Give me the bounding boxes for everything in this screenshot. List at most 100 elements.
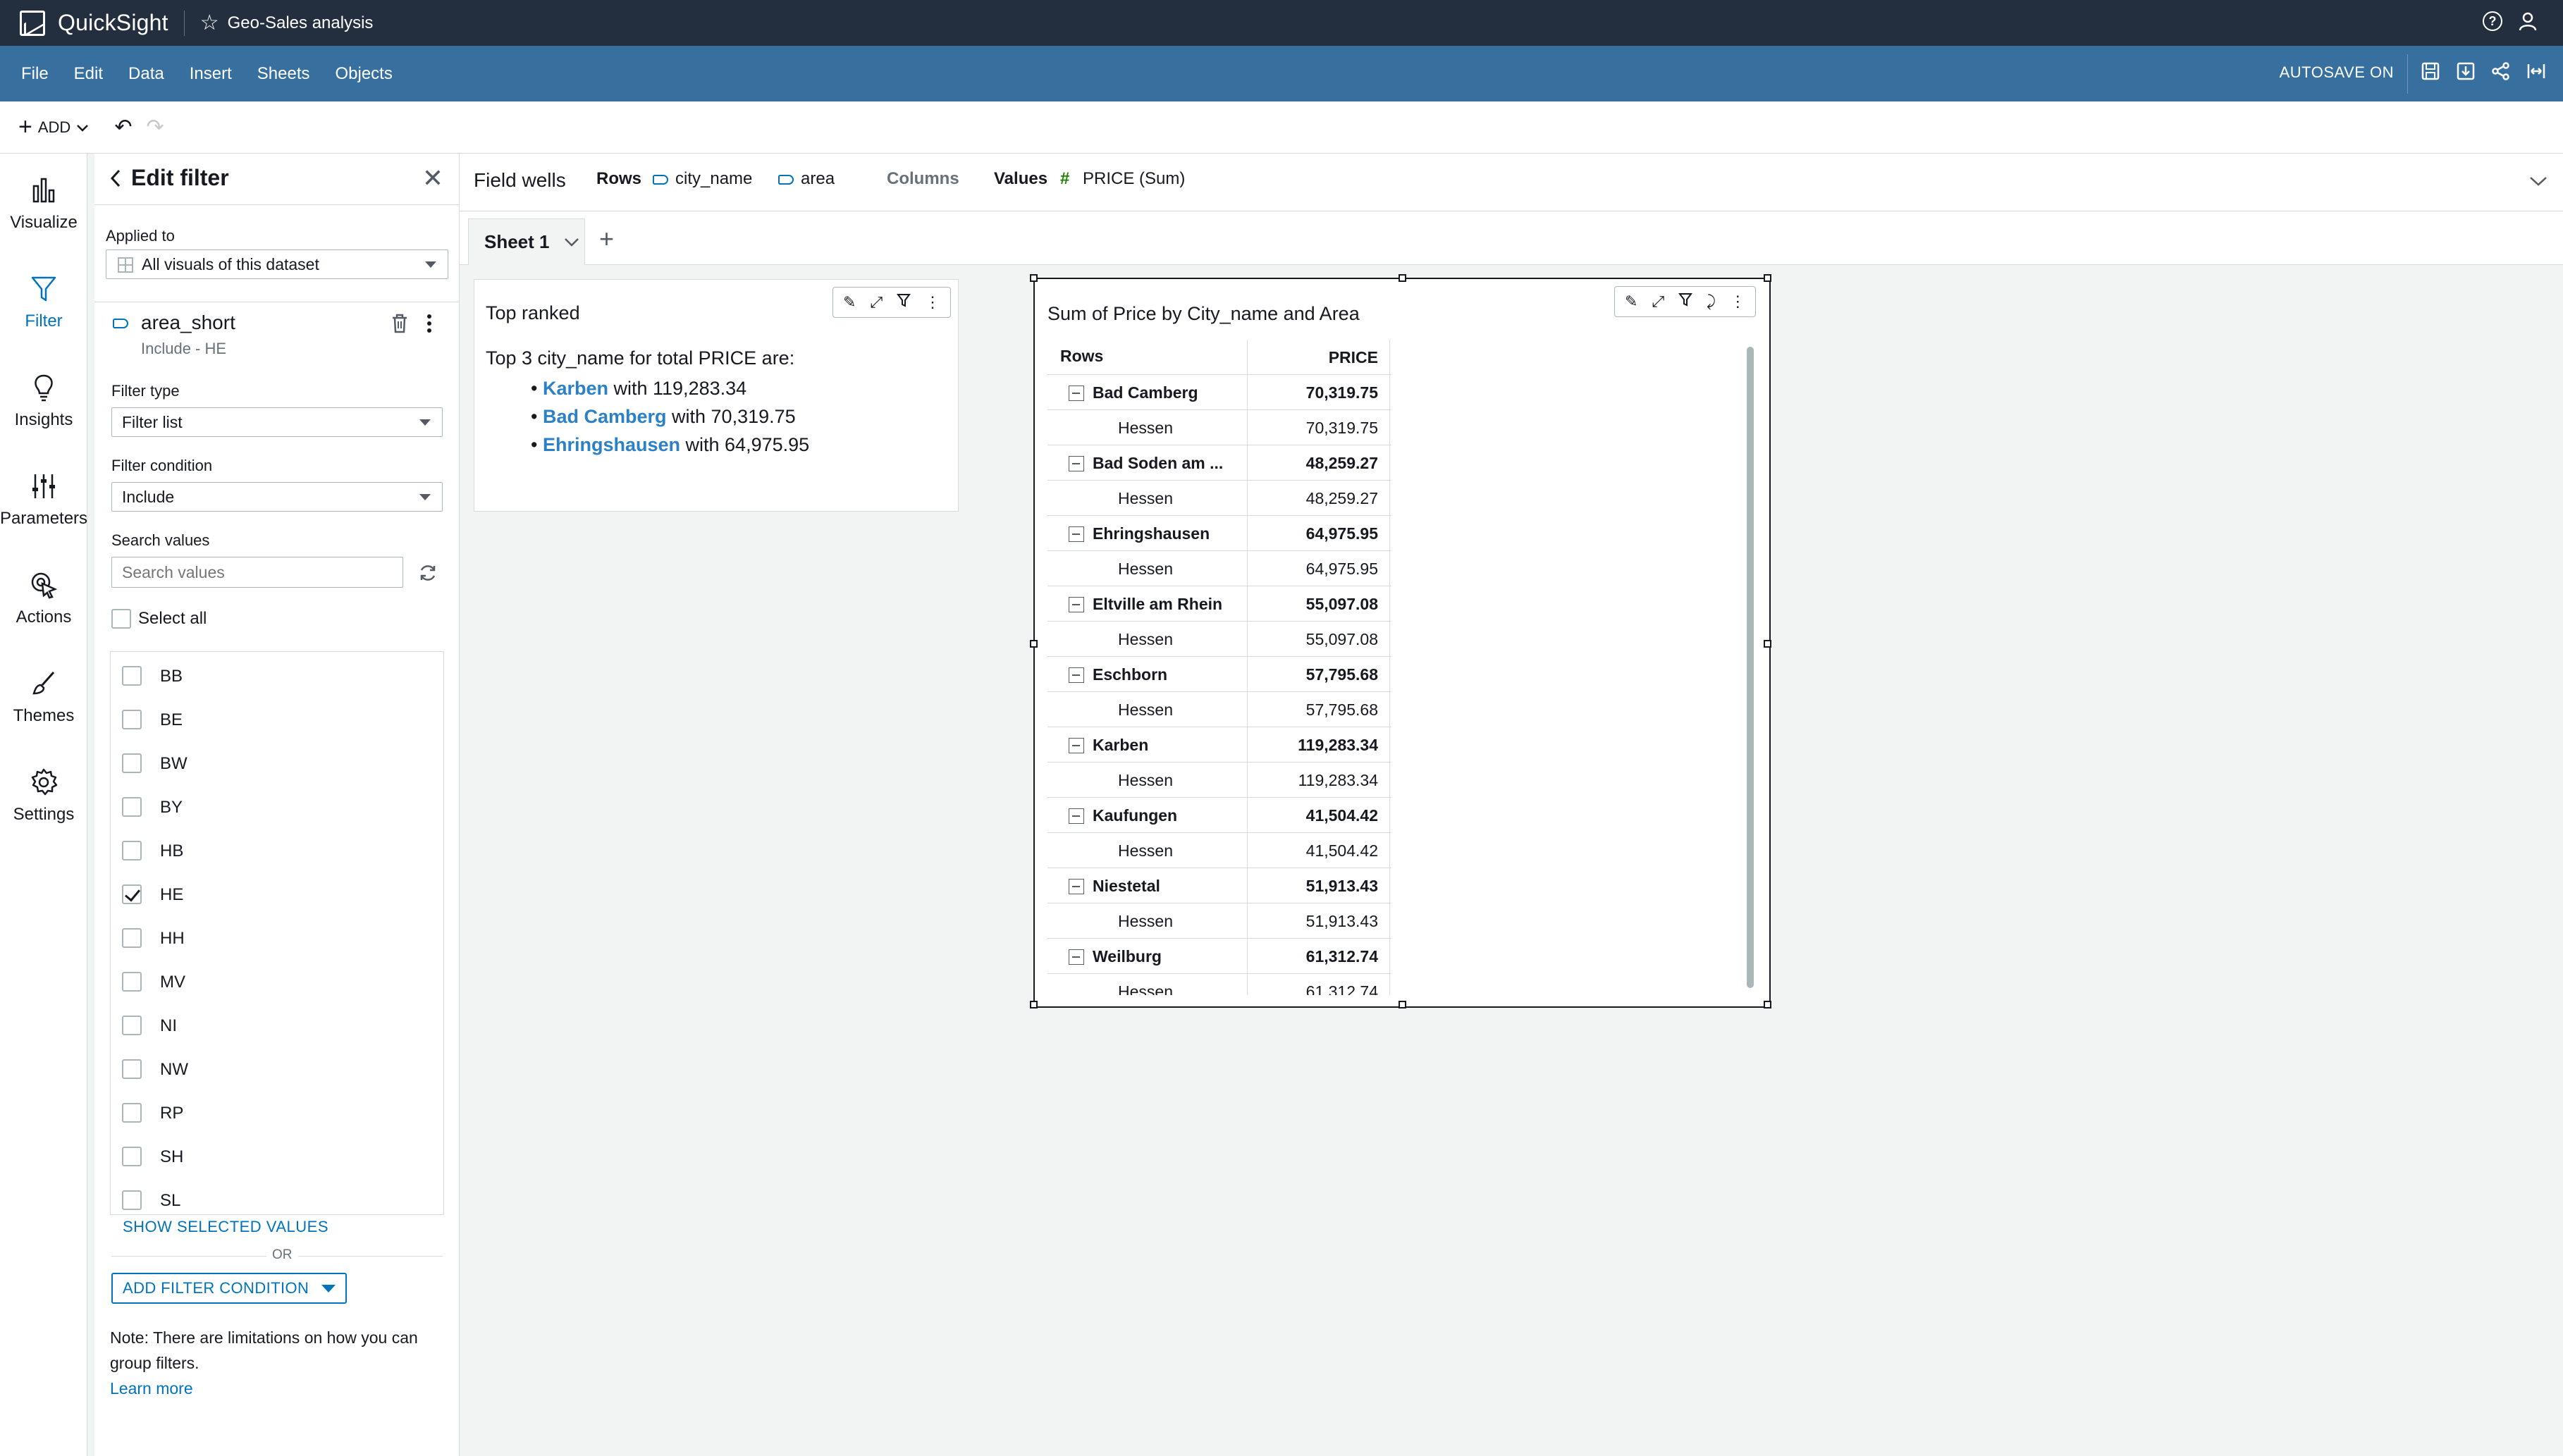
value-checkbox[interactable] — [122, 1103, 142, 1123]
filter-condition-select[interactable]: Include — [111, 482, 443, 512]
add-button[interactable]: + ADD — [18, 113, 89, 141]
search-values-input[interactable] — [111, 557, 403, 588]
menu-sheets[interactable]: Sheets — [257, 64, 310, 84]
collapse-icon[interactable] — [1069, 738, 1084, 753]
trash-icon[interactable] — [391, 313, 409, 339]
analysis-name[interactable]: Geo-Sales analysis — [228, 13, 374, 33]
value-checkbox[interactable] — [122, 797, 142, 817]
refresh-icon[interactable] — [417, 562, 438, 588]
pivot-area-row[interactable]: Hessen 119,283.34 — [1047, 763, 1391, 798]
resize-handle[interactable] — [1399, 1001, 1406, 1008]
pivot-group-row[interactable]: Bad Soden am ... 48,259.27 — [1047, 445, 1391, 481]
pivot-group-row[interactable]: Bad Camberg 70,319.75 — [1047, 375, 1391, 410]
value-row[interactable]: BW — [111, 753, 443, 797]
pivot-group-row[interactable]: Karben 119,283.34 — [1047, 727, 1391, 763]
pivot-table-visual[interactable]: Sum of Price by City_name and Area ✎ ⤢ ⤸… — [1030, 274, 1771, 1008]
edit-pencil-icon[interactable]: ✎ — [843, 293, 856, 311]
chevron-down-icon[interactable] — [564, 237, 579, 247]
collapse-icon[interactable] — [1069, 385, 1084, 401]
learn-more-link[interactable]: Learn more — [110, 1379, 193, 1398]
value-checkbox[interactable] — [122, 1059, 142, 1079]
pivot-group-row[interactable]: Weilburg 61,312.74 — [1047, 939, 1391, 974]
value-row[interactable]: SL — [111, 1190, 443, 1214]
ranking-city-link[interactable]: Ehringshausen — [543, 434, 680, 455]
back-arrow-icon[interactable] — [110, 168, 121, 188]
vertical-scrollbar[interactable] — [1747, 347, 1754, 988]
value-row[interactable]: SH — [111, 1147, 443, 1190]
value-checkbox[interactable] — [122, 1190, 142, 1210]
share-icon[interactable] — [2491, 61, 2511, 82]
collapse-icon[interactable] — [1069, 949, 1084, 965]
more-options-icon[interactable]: ⋮ — [925, 293, 940, 311]
collapse-icon[interactable] — [1069, 597, 1084, 612]
field-wells[interactable]: Field wells Rows city_name area Columns … — [460, 154, 2563, 211]
menu-objects[interactable]: Objects — [335, 64, 392, 84]
value-row[interactable]: NW — [111, 1059, 443, 1103]
value-checkbox[interactable] — [122, 1147, 142, 1166]
pivot-area-row[interactable]: Hessen 64,975.95 — [1047, 551, 1391, 586]
value-row[interactable]: BE — [111, 710, 443, 753]
pivot-area-row[interactable]: Hessen 48,259.27 — [1047, 481, 1391, 516]
pivot-area-row[interactable]: Hessen 70,319.75 — [1047, 410, 1391, 445]
top-ranked-visual[interactable]: Top ranked ✎ ⤢ ⋮ Top 3 city_name for tot… — [474, 279, 959, 512]
pivot-group-row[interactable]: Kaufungen 41,504.42 — [1047, 798, 1391, 833]
pivot-area-row[interactable]: Hessen 51,913.43 — [1047, 903, 1391, 939]
save-icon[interactable] — [2421, 61, 2440, 82]
value-row[interactable]: HB — [111, 841, 443, 884]
resize-handle[interactable] — [1030, 274, 1038, 282]
rail-item-settings[interactable]: Settings — [0, 767, 87, 825]
expand-icon[interactable]: ⤢ — [1652, 292, 1664, 311]
rail-item-filter[interactable]: Filter — [0, 273, 87, 331]
value-row[interactable]: HH — [111, 928, 443, 972]
close-icon[interactable]: ✕ — [422, 164, 443, 193]
resize-handle[interactable] — [1764, 274, 1771, 282]
export-icon[interactable] — [2456, 61, 2476, 82]
collapse-icon[interactable] — [1069, 667, 1084, 683]
pivot-area-row[interactable]: Hessen 41,504.42 — [1047, 833, 1391, 868]
quicksight-logo-icon[interactable] — [20, 10, 45, 36]
chevron-down-icon[interactable] — [2529, 172, 2547, 192]
columns-well-label[interactable]: Columns — [887, 169, 959, 189]
value-checkbox[interactable] — [122, 666, 142, 686]
value-checkbox[interactable] — [122, 928, 142, 948]
collapse-icon[interactable] — [1069, 879, 1084, 894]
price-header[interactable]: PRICE — [1248, 340, 1390, 375]
rail-item-parameters[interactable]: Parameters — [0, 471, 87, 529]
value-row[interactable]: BY — [111, 797, 443, 841]
resize-handle[interactable] — [1030, 1001, 1038, 1008]
collapse-icon[interactable] — [1069, 456, 1084, 471]
menu-file[interactable]: File — [21, 64, 49, 84]
undo-icon[interactable]: ↶ — [114, 115, 132, 140]
value-checkbox[interactable] — [122, 841, 142, 860]
pivot-area-row[interactable]: Hessen 61,312.74 — [1047, 974, 1391, 995]
filter-icon[interactable] — [897, 293, 911, 311]
tab-sheet-1[interactable]: Sheet 1 — [468, 218, 585, 265]
value-checkbox[interactable] — [122, 710, 142, 729]
show-selected-values-link[interactable]: SHOW SELECTED VALUES — [123, 1218, 328, 1236]
pivot-group-row[interactable]: Eltville am Rhein 55,097.08 — [1047, 586, 1391, 622]
value-row[interactable]: NI — [111, 1016, 443, 1059]
filter-type-select[interactable]: Filter list — [111, 407, 443, 437]
add-filter-condition-button[interactable]: ADD FILTER CONDITION — [111, 1273, 348, 1304]
applied-to-select[interactable]: All visuals of this dataset — [106, 249, 448, 279]
collapse-icon[interactable] — [1069, 808, 1084, 824]
rows-field-city-name[interactable]: city_name — [675, 169, 752, 189]
pivot-group-row[interactable]: Eschborn 57,795.68 — [1047, 657, 1391, 692]
more-options-icon[interactable]: ⋮ — [1730, 292, 1745, 311]
add-sheet-icon[interactable]: + — [599, 224, 614, 254]
menu-data[interactable]: Data — [128, 64, 164, 84]
resize-handle[interactable] — [1399, 274, 1406, 282]
value-row[interactable]: RP — [111, 1103, 443, 1147]
value-checkbox-checked[interactable] — [122, 884, 142, 904]
swap-rows-columns-icon[interactable]: ⤸ — [1707, 292, 1716, 311]
resize-handle[interactable] — [1764, 1001, 1771, 1008]
pivot-area-row[interactable]: Hessen 57,795.68 — [1047, 692, 1391, 727]
value-checkbox[interactable] — [122, 972, 142, 992]
rail-item-themes[interactable]: Themes — [0, 668, 87, 726]
rail-item-visualize[interactable]: Visualize — [0, 175, 87, 233]
ranking-city-link[interactable]: Bad Camberg — [543, 406, 667, 427]
pivot-group-row[interactable]: Ehringshausen 64,975.95 — [1047, 516, 1391, 551]
star-icon[interactable]: ☆ — [200, 11, 219, 35]
collapse-icon[interactable] — [1069, 526, 1084, 542]
menu-insert[interactable]: Insert — [190, 64, 232, 84]
